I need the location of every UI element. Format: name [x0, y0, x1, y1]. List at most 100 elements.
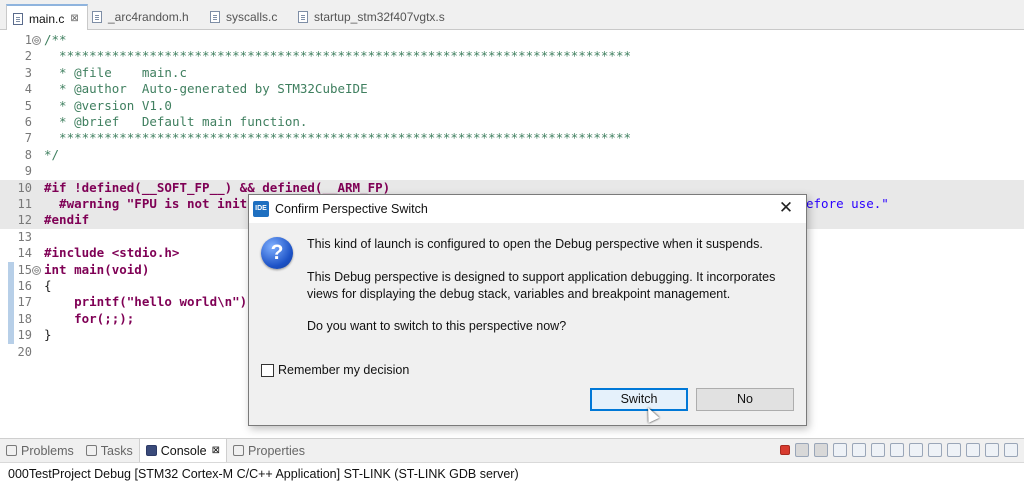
line-number: 6 — [24, 115, 32, 129]
close-icon[interactable]: ⊠ — [212, 445, 220, 456]
tab-label: startup_stm32f407vgtx.s — [314, 10, 445, 24]
confirm-perspective-dialog: IDE Confirm Perspective Switch ✕ ? This … — [248, 194, 807, 426]
word-wrap-icon[interactable] — [871, 443, 885, 457]
editor-tab-bar: main.c ⊠ _arc4random.h syscalls.c startu… — [0, 0, 1024, 31]
tasks-icon — [85, 445, 97, 456]
tab-properties[interactable]: Properties — [227, 439, 311, 463]
code-text: * @file main.c — [44, 64, 187, 80]
code-line[interactable]: 4 * @author Auto-generated by STM32CubeI… — [0, 81, 1024, 97]
ide-logo-icon: IDE — [253, 201, 269, 217]
code-text: { — [44, 278, 52, 293]
tab-main-c[interactable]: main.c ⊠ — [6, 4, 88, 31]
switch-button[interactable]: Switch — [590, 388, 688, 411]
line-number: 8 — [24, 147, 32, 162]
maximize-icon[interactable] — [1004, 443, 1018, 457]
line-number: 11 — [17, 197, 32, 211]
remove-all-icon[interactable] — [814, 443, 828, 457]
fold-toggle-icon[interactable]: ⊖ — [32, 265, 41, 275]
tab-label: Tasks — [100, 443, 133, 458]
fold-toggle-icon[interactable]: ⊖ — [32, 36, 41, 45]
remove-launch-icon[interactable] — [795, 443, 809, 457]
tab-label: syscalls.c — [226, 10, 278, 24]
close-icon[interactable]: ⊠ — [70, 13, 78, 24]
dialog-title-bar: IDE Confirm Perspective Switch ✕ — [249, 195, 806, 223]
tab-problems[interactable]: Problems — [0, 439, 80, 463]
code-text: ****************************************… — [44, 130, 631, 146]
line-number: 17 — [17, 295, 32, 310]
code-text: * @author Auto-generated by STM32CubeIDE — [44, 81, 368, 97]
problems-icon — [6, 445, 17, 456]
line-number: 10 — [17, 180, 32, 195]
remember-label: Remember my decision — [278, 363, 410, 377]
open-console-icon[interactable] — [966, 443, 980, 457]
line-number: 13 — [17, 229, 32, 244]
display-console-icon[interactable] — [947, 443, 961, 457]
tab-label: Console — [160, 443, 207, 458]
line-number: 12 — [17, 213, 32, 228]
tab-console[interactable]: Console ⊠ — [138, 438, 228, 463]
tab-label: Problems — [21, 443, 74, 458]
dialog-title: Confirm Perspective Switch — [275, 202, 428, 216]
no-button[interactable]: No — [696, 388, 794, 411]
line-number: 15 — [17, 262, 32, 277]
c-file-icon — [210, 11, 220, 23]
checkbox-box[interactable] — [261, 363, 274, 377]
tab-syscalls-c[interactable]: syscalls.c — [204, 4, 285, 30]
code-text: #warning "FPU is not initi — [44, 196, 255, 211]
code-line[interactable]: 2 **************************************… — [0, 48, 1024, 64]
code-text: for(;;); — [44, 310, 135, 326]
minimize-icon[interactable] — [985, 443, 999, 457]
dialog-message-2b: views for displaying the debug stack, va… — [307, 287, 731, 301]
code-text: #endif — [44, 212, 90, 228]
show-on-output-icon[interactable] — [890, 443, 904, 457]
code-line[interactable]: 3 * @file main.c — [0, 65, 1024, 81]
console-toolbar — [780, 443, 1018, 457]
scroll-lock-icon[interactable] — [852, 443, 866, 457]
console-icon — [145, 445, 157, 456]
dialog-message-2a: This Debug perspective is designed to su… — [307, 270, 776, 284]
line-number: 14 — [17, 246, 32, 261]
tab-startup-s[interactable]: startup_stm32f407vgtx.s — [292, 4, 453, 30]
console-title: 000TestProject Debug [STM32 Cortex-M C/C… — [0, 462, 1024, 488]
close-icon[interactable]: ✕ — [776, 198, 796, 218]
tab-label: Properties — [248, 443, 305, 458]
line-number: 16 — [17, 279, 32, 293]
code-line[interactable]: 6 * @brief Default main function. — [0, 114, 1024, 130]
asm-file-icon — [298, 11, 308, 23]
code-text: * @version V1.0 — [44, 97, 172, 113]
c-file-icon — [13, 12, 23, 25]
show-on-error-icon[interactable] — [909, 443, 923, 457]
code-line[interactable]: 5 * @version V1.0 — [0, 98, 1024, 114]
code-line[interactable]: 9 — [0, 163, 1024, 179]
line-number: 4 — [24, 82, 32, 97]
code-line[interactable]: 8 */ — [0, 147, 1024, 163]
copy-icon[interactable] — [833, 443, 847, 457]
line-number: 9 — [24, 164, 32, 179]
remember-decision-checkbox[interactable]: Remember my decision — [261, 363, 409, 377]
code-text: /** — [44, 32, 67, 47]
code-text-tail: efore use." — [806, 196, 889, 211]
code-line[interactable]: 1 ⊖/** — [0, 32, 1024, 48]
line-number: 18 — [17, 311, 32, 326]
line-number: 7 — [24, 131, 32, 146]
tab-tasks[interactable]: Tasks — [80, 439, 139, 463]
bottom-panel-tabs: Problems Tasks Console ⊠ Properties — [0, 438, 1024, 463]
code-text: */ — [44, 146, 60, 162]
tab-label: main.c — [29, 11, 65, 26]
properties-icon — [233, 445, 245, 456]
line-number: 19 — [17, 328, 32, 343]
terminate-icon[interactable] — [780, 445, 790, 455]
code-line[interactable]: 7 **************************************… — [0, 130, 1024, 146]
pin-console-icon[interactable] — [928, 443, 942, 457]
h-file-icon — [92, 11, 102, 23]
code-text: printf("hello world\n"); — [44, 294, 255, 310]
question-icon: ? — [261, 237, 293, 269]
tab-arc4random-h[interactable]: _arc4random.h — [86, 4, 197, 30]
code-text: } — [44, 327, 52, 343]
line-number: 1 — [24, 33, 32, 47]
line-number: 20 — [17, 344, 32, 359]
dialog-message-1: This kind of launch is configured to ope… — [307, 237, 763, 251]
code-text: * @brief Default main function. — [44, 114, 308, 129]
code-text: int main(void) — [44, 261, 150, 277]
line-number: 5 — [24, 98, 32, 113]
